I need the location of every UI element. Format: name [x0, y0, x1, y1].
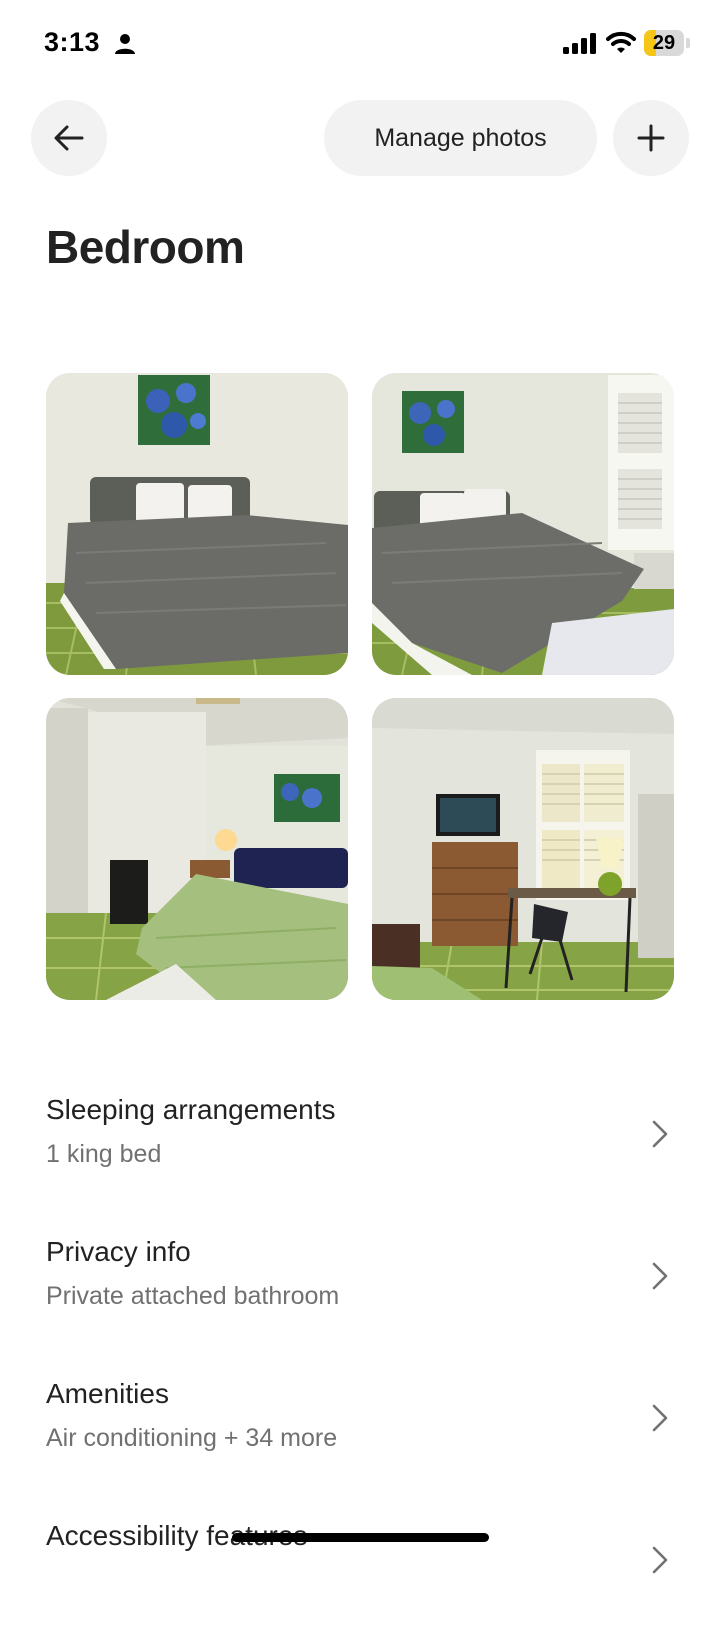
row-title: Amenities — [46, 1378, 169, 1409]
chevron-right-icon — [652, 1262, 668, 1290]
row-sleeping-arrangements[interactable]: Sleeping arrangements 1 king bed — [46, 1094, 686, 1204]
bedroom-photo-4[interactable] — [372, 698, 674, 1000]
battery-level: 29 — [652, 32, 676, 54]
bedroom-photo-3[interactable] — [46, 698, 348, 1000]
add-button[interactable] — [613, 100, 689, 176]
home-indicator[interactable] — [232, 1533, 489, 1542]
battery-indicator: 29 — [644, 30, 690, 56]
row-subtitle: 1 king bed — [46, 1140, 162, 1168]
status-time: 3:13 — [44, 27, 101, 57]
plus-icon — [637, 124, 665, 152]
cellular-signal-icon — [563, 33, 596, 54]
back-button[interactable] — [31, 100, 107, 176]
chevron-right-icon — [652, 1120, 668, 1148]
page-title: Bedroom — [46, 221, 245, 273]
row-privacy-info[interactable]: Privacy info Private attached bathroom — [46, 1236, 686, 1346]
person-icon — [115, 34, 135, 54]
bedroom-photo-1[interactable] — [46, 373, 348, 675]
row-amenities[interactable]: Amenities Air conditioning + 34 more — [46, 1378, 686, 1488]
row-subtitle: Private attached bathroom — [46, 1282, 340, 1310]
bedroom-photo-2[interactable] — [372, 373, 674, 675]
row-subtitle: Air conditioning + 34 more — [46, 1424, 338, 1452]
wifi-icon — [606, 31, 636, 53]
arrow-left-icon — [54, 125, 84, 151]
chevron-right-icon — [652, 1546, 668, 1574]
row-title: Privacy info — [46, 1236, 191, 1267]
row-title: Sleeping arrangements — [46, 1094, 336, 1125]
chevron-right-icon — [652, 1404, 668, 1432]
manage-photos-button[interactable]: Manage photos — [324, 100, 597, 176]
